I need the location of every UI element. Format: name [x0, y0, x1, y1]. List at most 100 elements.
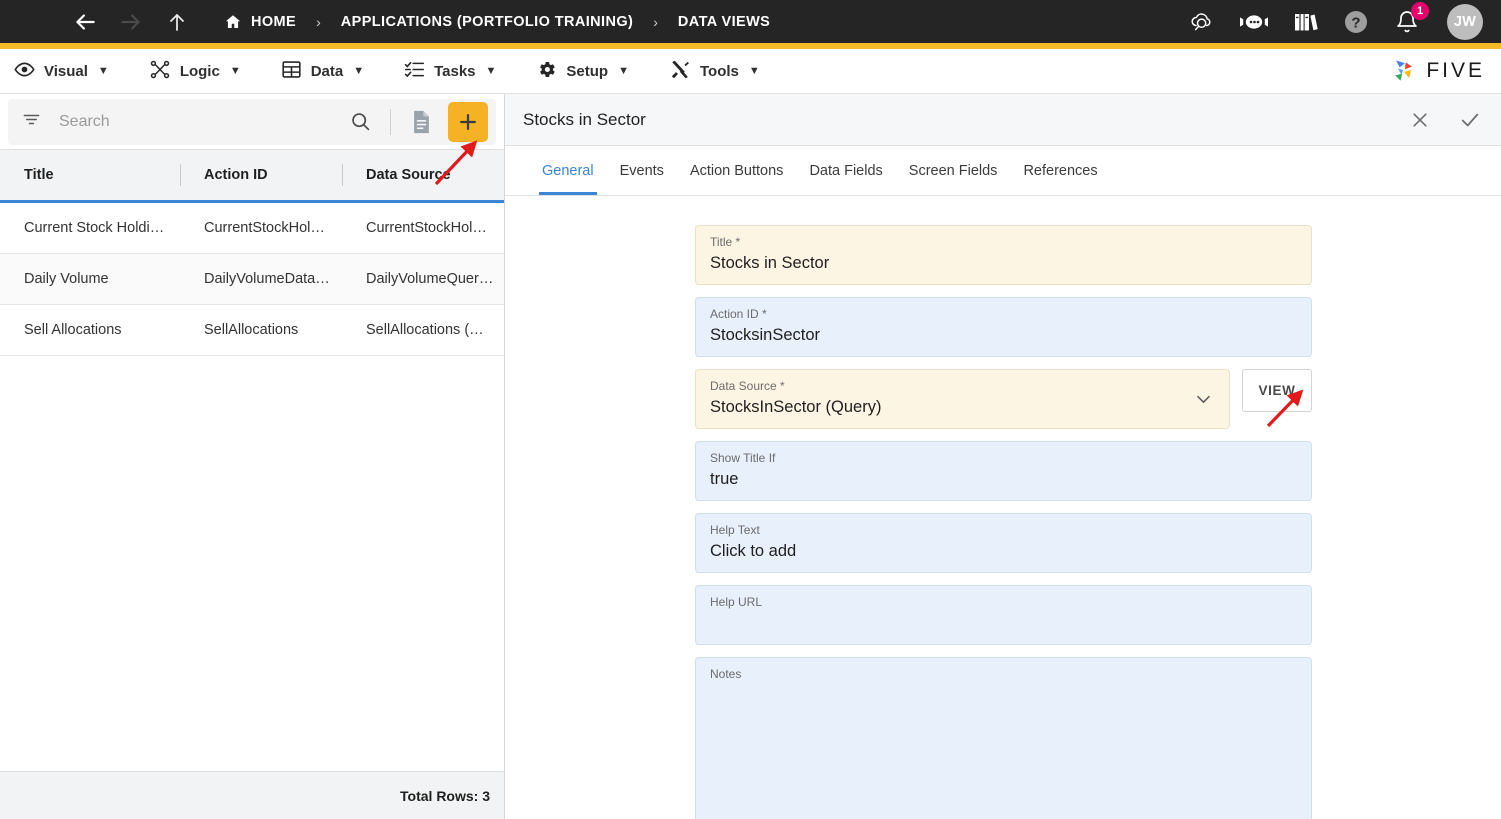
- breadcrumb: HOME › APPLICATIONS (PORTFOLIO TRAINING)…: [224, 13, 770, 31]
- help-text-field-label: Help Text: [710, 523, 760, 537]
- help-url-field[interactable]: Help URL: [695, 585, 1312, 645]
- notification-badge: 1: [1411, 1, 1429, 20]
- help-text-field[interactable]: Help Text Click to add: [695, 513, 1312, 573]
- menu-label-tasks: Tasks: [434, 62, 476, 80]
- tab-action-buttons[interactable]: Action Buttons: [677, 146, 797, 195]
- column-header-action-id[interactable]: Action ID: [180, 150, 342, 203]
- breadcrumb-separator-2: ›: [653, 13, 658, 30]
- title-field[interactable]: Title * Stocks in Sector: [695, 225, 1312, 285]
- eye-icon: [14, 59, 35, 84]
- notification-bell-icon[interactable]: 1: [1392, 1, 1429, 37]
- breadcrumb-label-applications: APPLICATIONS (PORTFOLIO TRAINING): [340, 13, 634, 30]
- detail-panel: Stocks in Sector General Events Action B…: [505, 94, 1501, 819]
- menu-label-visual: Visual: [44, 62, 88, 80]
- document-icon[interactable]: [404, 105, 438, 139]
- toolbar-divider: [390, 108, 391, 135]
- data-source-field-value: StocksInSector (Query): [710, 398, 882, 416]
- tab-screen-fields[interactable]: Screen Fields: [896, 146, 1011, 195]
- column-header-title[interactable]: Title: [0, 150, 180, 203]
- breadcrumb-label-home: HOME: [251, 13, 297, 30]
- data-views-table: Title Action ID Data Source Current Stoc…: [0, 149, 504, 771]
- notes-field-value: [710, 684, 1297, 706]
- breadcrumb-item-applications[interactable]: APPLICATIONS (PORTFOLIO TRAINING): [341, 14, 633, 30]
- page-title: Stocks in Sector: [523, 109, 646, 129]
- logic-nodes-icon: [149, 59, 171, 84]
- cell-action-id: CurrentStockHolding: [180, 201, 342, 254]
- cell-title: Daily Volume: [0, 253, 180, 305]
- up-arrow-icon[interactable]: [162, 7, 192, 37]
- tab-general[interactable]: General: [529, 146, 607, 195]
- general-form: Title * Stocks in Sector Action ID * Sto…: [505, 196, 1501, 819]
- library-books-icon[interactable]: [1290, 7, 1320, 37]
- cell-action-id: SellAllocations: [180, 304, 342, 356]
- table-row[interactable]: Daily Volume DailyVolumeDataVi… DailyVol…: [0, 253, 504, 305]
- breadcrumb-item-home[interactable]: HOME: [224, 13, 296, 31]
- show-title-if-field-label: Show Title If: [710, 451, 776, 465]
- data-source-field-row: Data Source * StocksInSector (Query) VIE…: [695, 369, 1312, 429]
- total-rows-footer: Total Rows: 3: [0, 771, 504, 819]
- help-text-field-row: Help Text Click to add: [695, 513, 1312, 573]
- cell-title: Current Stock Holdi…: [0, 201, 180, 254]
- data-source-field[interactable]: Data Source * StocksInSector (Query): [695, 369, 1230, 429]
- breadcrumb-item-data-views[interactable]: DATA VIEWS: [678, 14, 770, 30]
- menu-item-setup[interactable]: Setup ▼: [536, 59, 629, 84]
- title-field-value: Stocks in Sector: [710, 254, 830, 272]
- avatar[interactable]: JW: [1447, 3, 1483, 40]
- view-button[interactable]: VIEW: [1242, 369, 1312, 412]
- show-title-if-field[interactable]: Show Title If true: [695, 441, 1312, 501]
- notes-field[interactable]: Notes: [695, 657, 1312, 819]
- action-id-field[interactable]: Action ID * StocksinSector: [695, 297, 1312, 357]
- menu-item-logic[interactable]: Logic ▼: [149, 59, 241, 84]
- tab-references[interactable]: References: [1010, 146, 1110, 195]
- main-body: Title Action ID Data Source Current Stoc…: [0, 94, 1501, 819]
- cell-action-id: DailyVolumeDataVi…: [180, 253, 342, 305]
- gear-icon: [536, 59, 557, 84]
- filter-icon[interactable]: [22, 110, 41, 134]
- help-url-field-value: [710, 612, 1297, 634]
- tools-wrench-icon: [669, 59, 691, 84]
- check-icon[interactable]: [1457, 107, 1483, 133]
- table-row[interactable]: Current Stock Holdi… CurrentStockHolding…: [0, 201, 504, 254]
- back-arrow-icon[interactable]: [70, 7, 100, 37]
- svg-text:?: ?: [1351, 14, 1360, 31]
- detail-tabs: General Events Action Buttons Data Field…: [505, 146, 1501, 196]
- search-box[interactable]: [8, 98, 496, 145]
- chatbot-icon[interactable]: [1239, 7, 1269, 37]
- help-icon[interactable]: ?: [1341, 7, 1371, 37]
- search-input[interactable]: [47, 112, 337, 131]
- column-header-data-source[interactable]: Data Source: [342, 150, 504, 203]
- checklist-icon: [404, 59, 425, 84]
- tab-label-events: Events: [619, 162, 664, 179]
- help-text-field-value: Click to add: [710, 542, 797, 560]
- tab-label-data-fields: Data Fields: [809, 162, 883, 179]
- cell-data-source: CurrentStockHoldin…: [342, 201, 504, 254]
- title-field-row: Title * Stocks in Sector: [695, 225, 1312, 285]
- action-id-field-row: Action ID * StocksinSector: [695, 297, 1312, 357]
- tab-label-references: References: [1023, 162, 1098, 179]
- notes-field-label: Notes: [710, 667, 742, 681]
- menu-item-data[interactable]: Data ▼: [281, 59, 364, 84]
- five-logo-icon: [1395, 60, 1413, 81]
- breadcrumb-separator-1: ›: [316, 13, 321, 30]
- menu-item-tasks[interactable]: Tasks ▼: [404, 59, 496, 84]
- main-menu-bar: Visual ▼ Logic ▼ Data ▼ Tasks ▼ Setup ▼ …: [0, 49, 1501, 94]
- menu-item-visual[interactable]: Visual ▼: [14, 59, 109, 84]
- search-icon[interactable]: [343, 105, 377, 139]
- tab-data-fields[interactable]: Data Fields: [796, 146, 895, 195]
- action-id-field-label: Action ID *: [710, 307, 767, 321]
- hamburger-menu-icon[interactable]: [18, 14, 40, 30]
- chevron-down-icon: ▼: [229, 65, 241, 77]
- add-button[interactable]: [448, 101, 488, 142]
- cloud-search-icon[interactable]: [1188, 7, 1218, 37]
- table-row[interactable]: Sell Allocations SellAllocations SellAll…: [0, 304, 504, 356]
- table-grid-icon: [281, 59, 302, 84]
- menu-item-tools[interactable]: Tools ▼: [669, 59, 760, 84]
- home-icon: [224, 13, 242, 31]
- topbar-action-icons: ? 1 JW: [1188, 1, 1487, 40]
- left-list-panel: Title Action ID Data Source Current Stoc…: [0, 94, 505, 819]
- breadcrumb-label-data-views: DATA VIEWS: [677, 13, 771, 30]
- tab-events[interactable]: Events: [607, 146, 677, 195]
- close-icon[interactable]: [1407, 107, 1433, 133]
- chevron-down-icon: ▼: [353, 65, 365, 77]
- chevron-down-icon[interactable]: [1194, 390, 1213, 409]
